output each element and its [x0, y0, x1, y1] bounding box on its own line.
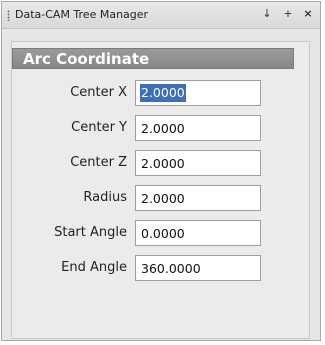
pin-icon[interactable]: ↓ — [260, 7, 274, 21]
center-z-input[interactable] — [135, 150, 261, 176]
section-title: Arc Coordinate — [23, 50, 150, 68]
window-titlebar[interactable]: Data-CAM Tree Manager ↓ + × — [2, 2, 320, 29]
field-row-radius: Radius — [2, 185, 322, 211]
start-angle-label: Start Angle — [54, 225, 127, 240]
close-icon[interactable]: × — [301, 7, 315, 21]
center-z-label: Center Z — [70, 155, 127, 170]
field-row-center-x: Center X 2.0000 — [2, 80, 322, 106]
field-row-center-y: Center Y — [2, 115, 322, 141]
float-icon[interactable]: + — [281, 7, 295, 21]
radius-input[interactable] — [135, 185, 261, 211]
center-y-label: Center Y — [71, 120, 127, 135]
field-row-start-angle: Start Angle — [2, 220, 322, 246]
window-title: Data-CAM Tree Manager — [15, 8, 149, 21]
end-angle-label: End Angle — [61, 260, 127, 275]
tree-manager-window: Data-CAM Tree Manager ↓ + × Arc Coordina… — [1, 1, 321, 341]
section-header: Arc Coordinate — [12, 48, 294, 69]
end-angle-input[interactable] — [135, 255, 261, 281]
drag-grip-icon[interactable] — [7, 10, 10, 21]
field-row-end-angle: End Angle — [2, 255, 322, 281]
center-x-input[interactable] — [135, 80, 261, 106]
field-row-center-z: Center Z — [2, 150, 322, 176]
center-y-input[interactable] — [135, 115, 261, 141]
start-angle-input[interactable] — [135, 220, 261, 246]
radius-label: Radius — [83, 190, 127, 205]
center-x-label: Center X — [70, 85, 127, 100]
